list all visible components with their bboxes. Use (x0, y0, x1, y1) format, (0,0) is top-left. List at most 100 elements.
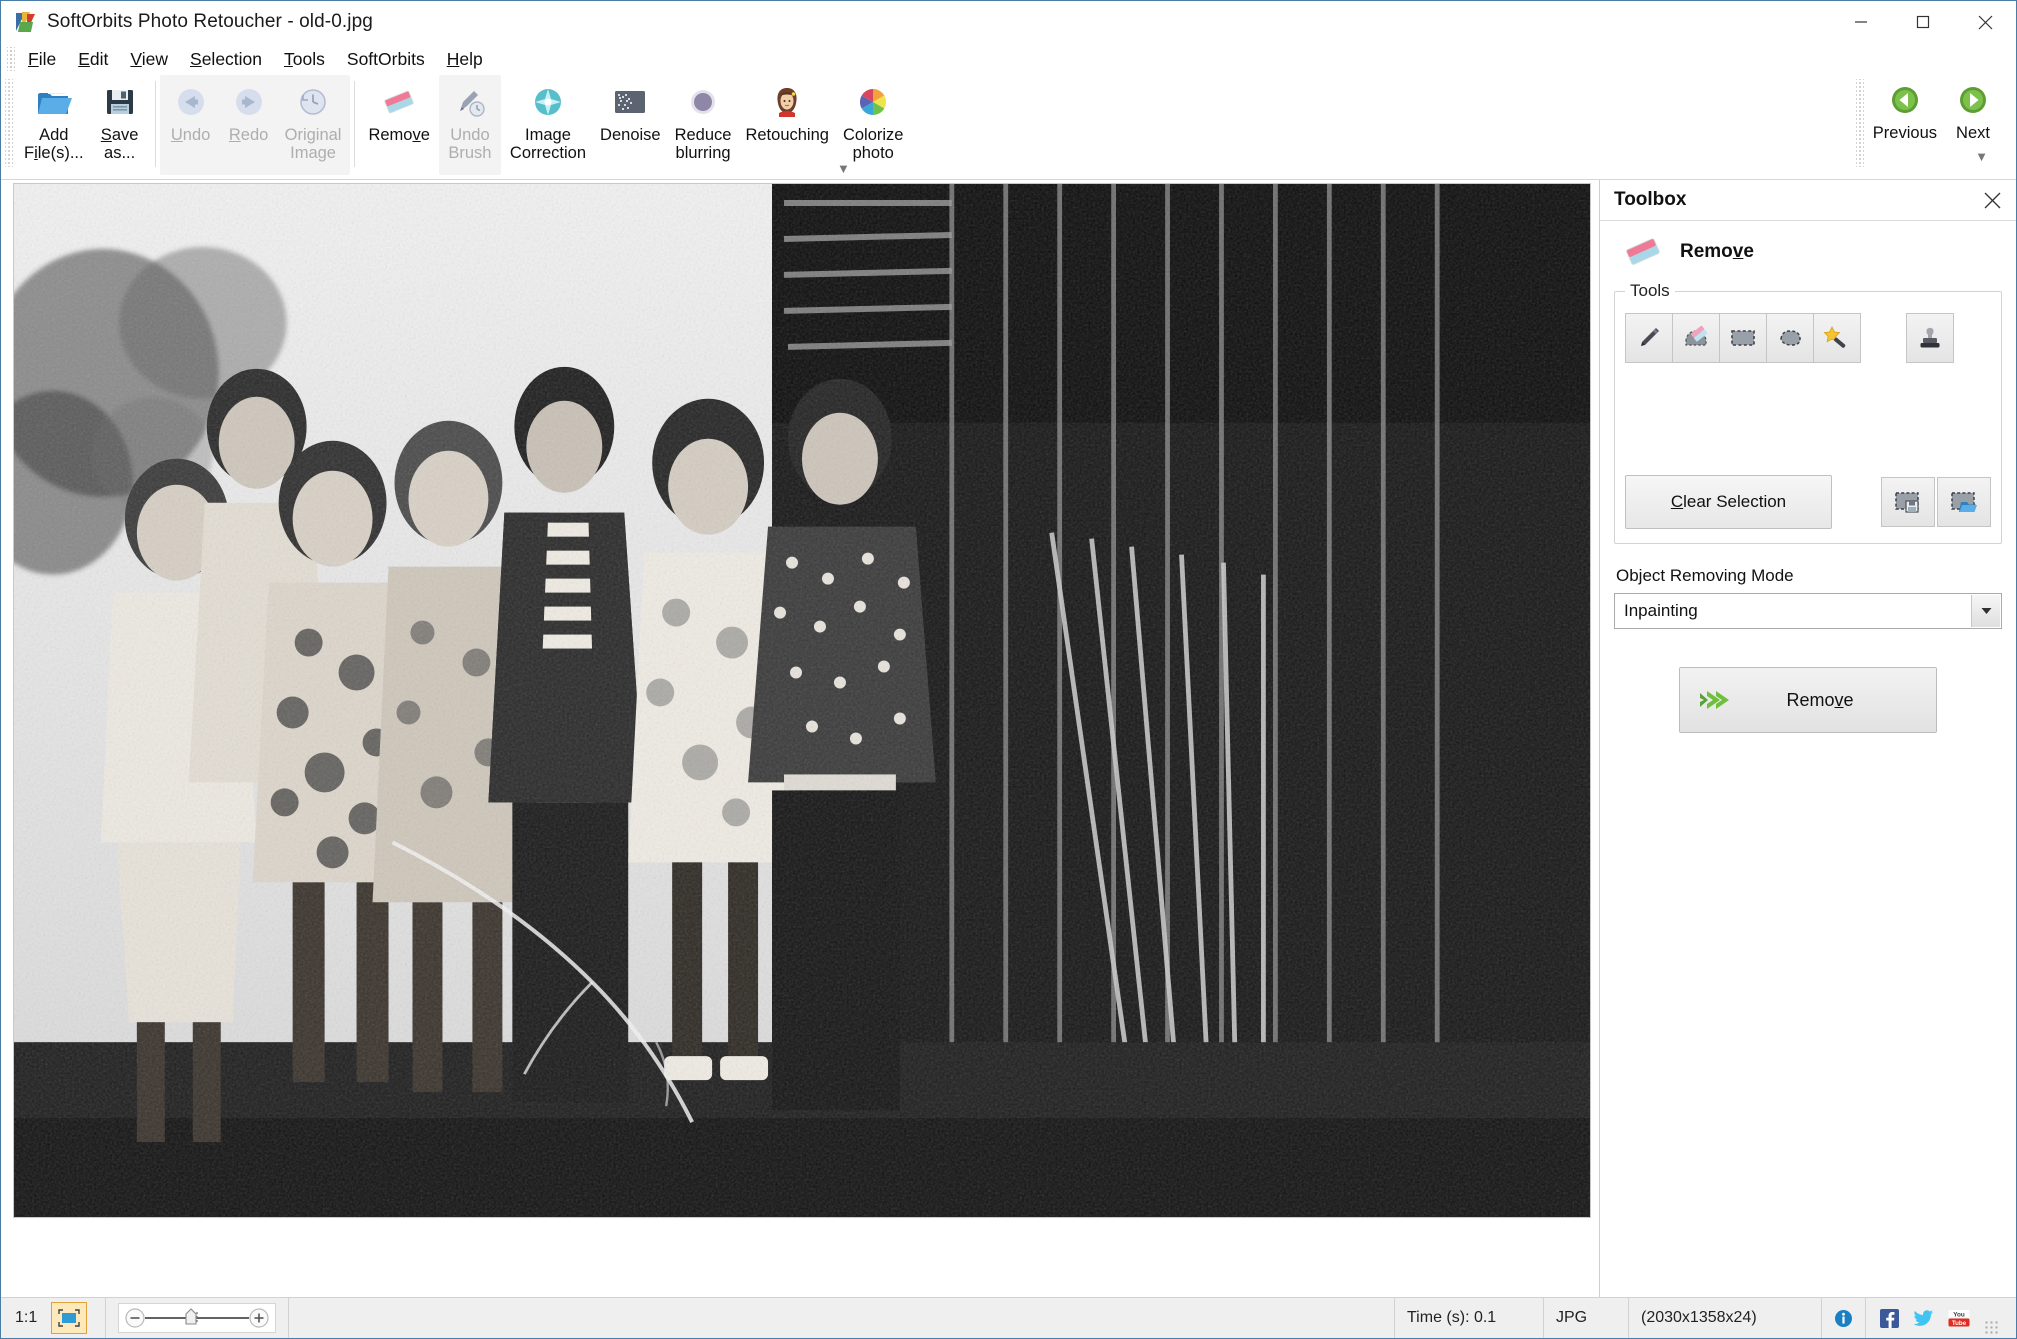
active-tool-label: Remove (1680, 241, 1754, 262)
zoom-slider[interactable] (118, 1303, 277, 1333)
ribbon-toolbar: Add File(s)... Save as... Undo Redo Orig… (1, 75, 2016, 180)
stamp-tool-button[interactable] (1906, 313, 1954, 363)
reduce-blurring-button[interactable]: Reduce blurring (668, 77, 739, 169)
menu-item-edit[interactable]: Edit (67, 46, 119, 73)
zoom-slider-cell (106, 1298, 290, 1338)
brush-history-icon (453, 81, 487, 123)
toolbox-title: Toolbox (1614, 189, 1687, 210)
menu-item-view[interactable]: View (119, 46, 179, 73)
next-label: Next (1956, 124, 1990, 142)
twitter-icon[interactable] (1913, 1309, 1934, 1328)
eraser-brush-icon (1685, 325, 1708, 346)
eraser-tool-button[interactable] (1672, 313, 1720, 363)
image-correction-label-1: Image (525, 126, 571, 144)
undo-brush-button[interactable]: Undo Brush (441, 77, 499, 169)
undo-arrow-icon (174, 81, 208, 123)
fit-to-window-button[interactable] (51, 1302, 88, 1334)
load-selection-icon (1951, 492, 1977, 512)
window-title: SoftOrbits Photo Retoucher - old-0.jpg (47, 11, 373, 32)
redo-button[interactable]: Redo (220, 77, 278, 169)
previous-button[interactable]: Previous (1866, 75, 1944, 167)
toolbox-panel: Toolbox Remove Tools C lear Selection Ob… (1599, 180, 2016, 1297)
ribbon-overflow-right-icon[interactable]: ▼ (1975, 149, 1988, 164)
ribbon-group-correction: Image Correction Denoise Reduce blurring… (501, 75, 913, 175)
tools-row (1625, 313, 1991, 363)
previous-label: Previous (1872, 124, 1937, 142)
remove-tool-button[interactable]: Remove (361, 77, 436, 169)
save-as-button[interactable]: Save as... (91, 77, 149, 169)
undo-button[interactable]: Undo (162, 77, 220, 169)
clear-selection-button[interactable]: Clear Selection (1625, 475, 1832, 529)
menu-item-help[interactable]: Help (436, 46, 494, 73)
title-bar: SoftOrbits Photo Retoucher - old-0.jpg (1, 1, 2016, 43)
denoise-button[interactable]: Denoise (593, 77, 668, 169)
youtube-icon[interactable]: You Tube (1948, 1309, 1970, 1328)
menu-item-selection[interactable]: Selection (179, 46, 273, 73)
remove-action-button[interactable]: Remove (1679, 667, 1937, 733)
resize-grip[interactable] (1984, 1320, 2000, 1336)
colorize-label-2: photo (852, 144, 894, 162)
tools-group-spacer (1625, 363, 1991, 475)
add-files-button[interactable]: Add File(s)... (17, 77, 91, 169)
floppy-disk-icon (103, 81, 137, 123)
info-icon[interactable] (1834, 1309, 1853, 1328)
image-canvas-area[interactable] (1, 180, 1599, 1297)
toolbox-header: Toolbox (1600, 180, 2016, 220)
load-selection-button[interactable] (1937, 477, 1991, 527)
fit-cell (47, 1298, 107, 1338)
format-cell: JPG (1544, 1298, 1629, 1338)
save-selection-icon (1895, 492, 1919, 513)
ribbon-separator-1 (154, 81, 156, 167)
green-double-arrow-icon (1698, 687, 1732, 713)
lasso-select-tool-button[interactable] (1766, 313, 1814, 363)
rectangle-select-tool-button[interactable] (1719, 313, 1767, 363)
menu-item-softorbits[interactable]: SoftOrbits (336, 46, 436, 73)
retouching-button[interactable]: Retouching (738, 77, 835, 169)
portrait-face-icon (770, 81, 804, 123)
next-button[interactable]: Next (1944, 75, 2002, 167)
maximize-button[interactable] (1892, 1, 1954, 43)
softorbits-logo-icon (15, 11, 37, 33)
retouching-label: Retouching (745, 126, 829, 144)
ribbon-separator-2 (354, 81, 356, 167)
selection-actions-row: Clear Selection (1625, 475, 1991, 529)
status-bar: 1:1 Time (s): 0.1 JPG (2030x1358x24) You… (1, 1297, 2016, 1338)
menu-item-file[interactable]: File (17, 46, 67, 73)
minimize-button[interactable] (1830, 1, 1892, 43)
tools-group-label: Tools (1630, 281, 1670, 300)
noise-grid-icon (612, 81, 648, 123)
reduce-blurring-label-2: blurring (675, 144, 731, 162)
image-correction-button[interactable]: Image Correction (503, 77, 593, 169)
pencil-tool-button[interactable] (1625, 313, 1673, 363)
time-label: Time (s): 0.1 (1407, 1309, 1497, 1326)
facebook-icon[interactable] (1880, 1308, 1899, 1328)
save-selection-button[interactable] (1881, 477, 1935, 527)
green-left-arrow-icon (1888, 79, 1922, 121)
menu-grip (7, 47, 15, 71)
ribbon-group-navigation: Previous Next ▼ (1852, 75, 2002, 167)
toolbox-close-icon[interactable] (1980, 188, 2004, 212)
original-image-button[interactable]: Original Image (278, 77, 349, 169)
image-correction-label-2: Correction (509, 144, 587, 162)
svg-text:Tube: Tube (1952, 1320, 1967, 1327)
ribbon-grip (5, 79, 13, 167)
ribbon-overflow-left-icon[interactable]: ▼ (837, 161, 850, 176)
sparkle-gem-icon (530, 81, 566, 123)
object-removing-mode-select[interactable]: Inpainting (1614, 593, 2002, 629)
magic-wand-tool-button[interactable] (1813, 313, 1861, 363)
photo-image[interactable] (13, 183, 1591, 1218)
menu-item-tools[interactable]: Tools (273, 46, 336, 73)
chevron-down-icon[interactable] (1971, 595, 2000, 627)
object-removing-mode-label: Object Removing Mode (1616, 566, 1794, 585)
toolbox-body: Remove Tools C lear Selection Object Rem… (1600, 220, 2016, 1297)
active-tool-header: Remove (1614, 221, 2002, 281)
colorize-photo-button[interactable]: Colorize photo (836, 77, 911, 169)
svg-text:You: You (1953, 1311, 1965, 1318)
colorize-label-1: Colorize (842, 126, 904, 144)
close-button[interactable] (1954, 1, 2016, 43)
undo-brush-label-2: Brush (448, 144, 492, 162)
eraser-icon (1620, 235, 1664, 269)
object-removing-mode-value: Inpainting (1624, 601, 1698, 620)
dimensions-cell: (2030x1358x24) (1629, 1298, 1822, 1338)
ribbon-group-history: Undo Redo Original Image (159, 75, 351, 175)
